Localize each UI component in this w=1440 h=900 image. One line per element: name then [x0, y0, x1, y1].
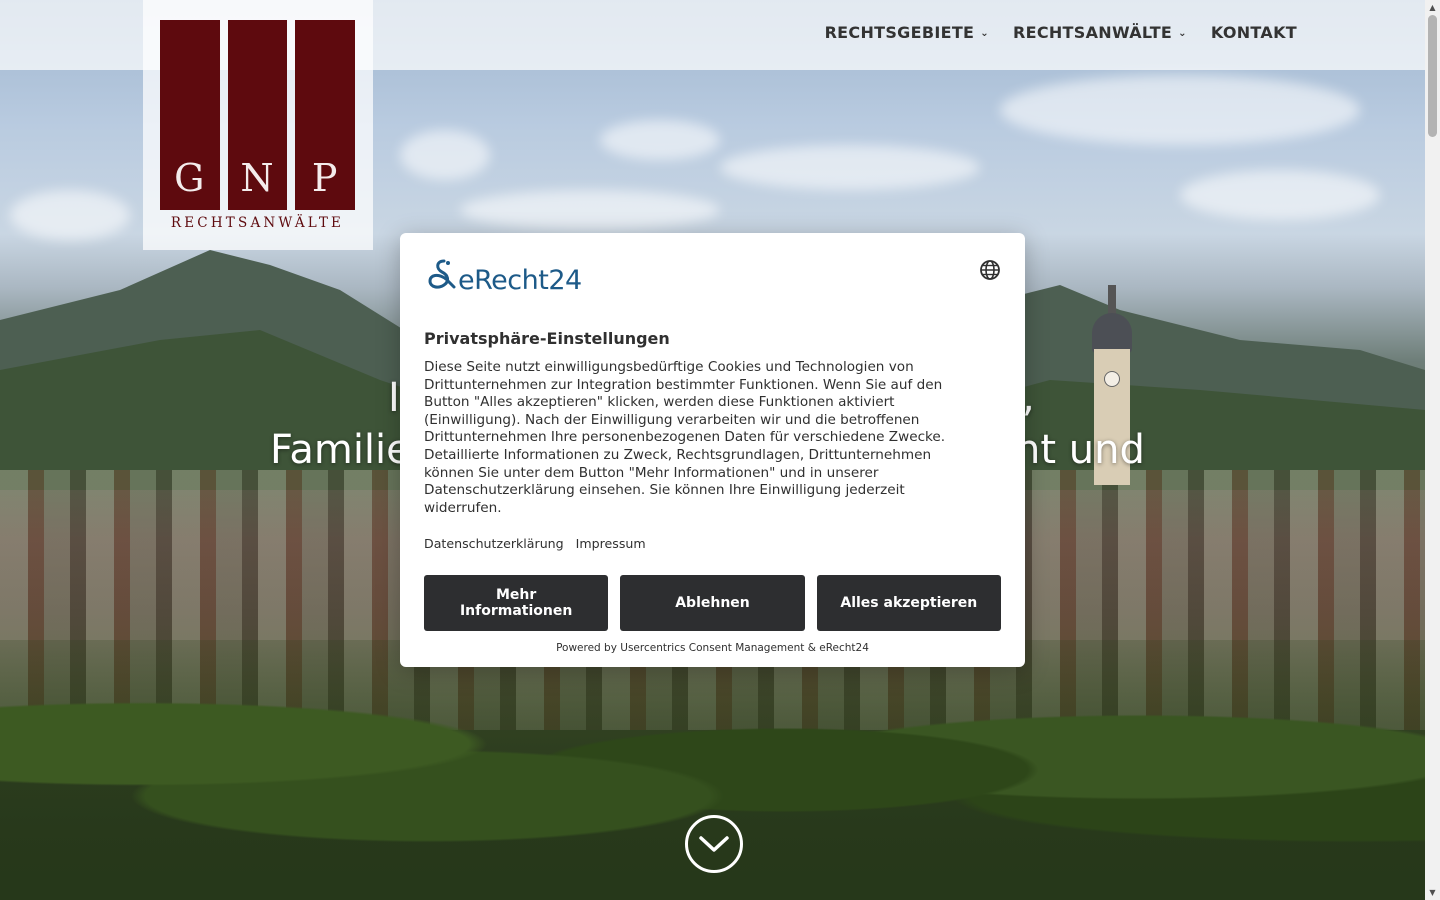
main-nav: RECHTSGEBIETE ⌄ RECHTSANWÄLTE ⌄ KONTAKT — [825, 23, 1297, 42]
more-information-button[interactable]: Mehr Informationen — [424, 575, 609, 631]
nav-item-rechtsgebiete[interactable]: RECHTSGEBIETE ⌄ — [825, 23, 989, 42]
scroll-up-arrow-icon[interactable]: ▲ — [1425, 0, 1440, 15]
site-logo[interactable]: G N P RECHTSANWÄLTE — [143, 0, 373, 250]
imprint-link[interactable]: Impressum — [576, 536, 646, 551]
privacy-policy-link[interactable]: Datenschutzerklärung — [424, 536, 564, 551]
cloud — [460, 190, 720, 230]
deny-button[interactable]: Ablehnen — [620, 575, 805, 631]
hero-title-fragment: I — [388, 375, 400, 421]
consent-dialog: eRecht24 Privatsphäre-Einstellungen Dies… — [400, 233, 1025, 667]
nav-item-label: KONTAKT — [1210, 23, 1297, 42]
consent-title: Privatsphäre-Einstellungen — [424, 329, 670, 348]
nav-item-rechtsanwaelte[interactable]: RECHTSANWÄLTE ⌄ — [1013, 23, 1187, 42]
scrollbar-thumb[interactable] — [1428, 15, 1437, 137]
nav-item-label: RECHTSGEBIETE — [824, 23, 975, 42]
cloud — [600, 120, 720, 160]
consent-text: Diese Seite nutzt einwilligungsbedürftig… — [424, 359, 946, 516]
powered-by-text: Powered by Usercentrics Consent Manageme… — [556, 642, 869, 654]
hero-title-fragment: Familie — [270, 427, 411, 473]
hero-title-fragment: ht und — [1015, 427, 1145, 473]
cloud — [400, 130, 490, 180]
nav-item-kontakt[interactable]: KONTAKT — [1211, 23, 1297, 42]
chevron-down-icon: ⌄ — [980, 28, 989, 39]
cloud — [720, 145, 980, 190]
page-scrollbar[interactable]: ▲ ▼ — [1425, 0, 1440, 900]
cloud — [1000, 75, 1360, 145]
consent-links: Datenschutzerklärung Impressum — [424, 536, 646, 551]
logo-bar: G — [160, 20, 220, 210]
logo-bar: P — [295, 20, 356, 210]
logo-bar: N — [227, 20, 288, 210]
accept-all-button[interactable]: Alles akzeptieren — [816, 575, 1001, 631]
consent-brand-logo: eRecht24 — [424, 257, 582, 297]
chevron-down-icon — [699, 836, 729, 852]
logo-letter: G — [174, 156, 206, 200]
scroll-down-arrow-icon[interactable]: ▼ — [1425, 885, 1440, 900]
consent-buttons: Mehr Informationen Ablehnen Alles akzept… — [424, 575, 1001, 631]
logo-letter: P — [311, 156, 339, 200]
chevron-down-icon: ⌄ — [1178, 28, 1187, 39]
nav-item-label: RECHTSANWÄLTE — [1012, 23, 1173, 42]
brand-name: eRecht24 — [458, 264, 582, 296]
cloud — [1180, 170, 1380, 220]
scroll-down-button[interactable] — [685, 815, 743, 873]
logo-bars: G N P — [160, 20, 356, 210]
globe-icon[interactable] — [979, 259, 1001, 281]
logo-subtitle: RECHTSANWÄLTE — [170, 215, 345, 231]
logo-letter: N — [240, 156, 275, 200]
erecht24-logo-icon — [428, 259, 456, 289]
